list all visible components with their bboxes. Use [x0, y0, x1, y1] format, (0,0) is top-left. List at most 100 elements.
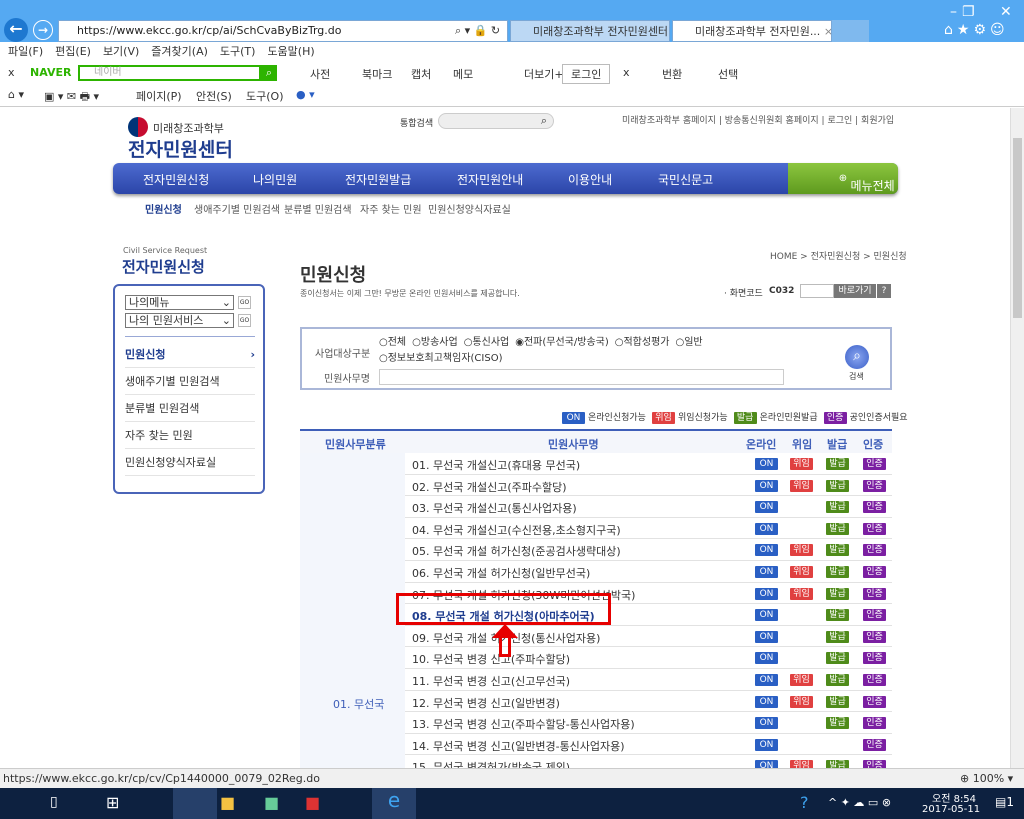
go-button-1[interactable]: GO	[238, 296, 251, 309]
nav-e-civil-request[interactable]: 전자민원신청	[143, 171, 209, 188]
taskbar-app-icon[interactable]	[173, 788, 217, 819]
msip-home-link[interactable]: 미래창조과학부 홈페이지	[622, 116, 716, 126]
table-row[interactable]: 15. 무선국 변경허가(방송국 제외) ON 위임 발급 인증	[405, 755, 892, 768]
civil-service-link[interactable]: 01. 무선국 개설신고(휴대용 무선국)	[412, 457, 580, 473]
tab-1[interactable]: 미래창조과학부 전자민원센터...	[510, 20, 670, 42]
close-icon[interactable]: x	[623, 66, 630, 79]
filter-radio[interactable]: ○정보보호최고책임자(CISO)	[379, 351, 503, 367]
table-row[interactable]: 10. 무선국 변경 신고(주파수할당) ON 발급 인증	[405, 647, 892, 669]
clock-date[interactable]: 2017-05-11	[922, 804, 980, 815]
tray-icons[interactable]: ^ ✦ ☁ ▭ ⊗	[828, 796, 891, 809]
table-row[interactable]: 11. 무선국 변경 신고(신고무선국) ON 위임 발급 인증	[405, 669, 892, 691]
login-button[interactable]: 로그인	[562, 64, 611, 84]
menu-help[interactable]: 도움말(H)	[267, 45, 314, 58]
sidebar-item-lifecycle[interactable]: 생애주기별 민원검색	[125, 368, 255, 395]
menu-edit[interactable]: 편집(E)	[55, 45, 91, 58]
kcc-home-link[interactable]: 방송통신위원회 홈페이지	[725, 116, 819, 126]
ie-icon[interactable]: e	[372, 788, 416, 819]
sidebar-item-forms[interactable]: 민원신청양식자료실	[125, 449, 255, 476]
scrollbar[interactable]	[1010, 108, 1024, 768]
search-button[interactable]: 검색	[849, 371, 864, 382]
search-lock-refresh-icon[interactable]: ⌕ ▾ 🔒 ↻	[455, 24, 500, 38]
evernote-icon[interactable]: ■	[264, 793, 279, 812]
forward-button[interactable]: →	[33, 20, 53, 40]
nav-e-civil-guide[interactable]: 전자민원안내	[457, 171, 523, 188]
filter-radio[interactable]: ○일반	[675, 335, 702, 351]
back-button[interactable]: ←	[4, 18, 28, 42]
menu-tools[interactable]: 도구(T)	[220, 45, 256, 58]
table-row[interactable]: 01. 무선국 개설신고(휴대용 무선국) ON 위임 발급 인증	[405, 453, 892, 475]
minimize-button[interactable]: –	[950, 4, 957, 20]
subnav-forms[interactable]: 민원신청양식자료실	[428, 201, 511, 216]
my-menu-select[interactable]: 나의메뉴 ⌄	[125, 295, 234, 310]
search-icon[interactable]: ⌕	[541, 114, 547, 128]
table-row[interactable]: 12. 무선국 변경 신고(일반변경) ON 위임 발급 인증	[405, 691, 892, 713]
capture-button[interactable]: 캡처	[411, 66, 431, 82]
civil-service-link[interactable]: 02. 무선국 개설신고(주파수할당)	[412, 479, 567, 495]
bookmark-button[interactable]: 북마크	[362, 66, 392, 82]
start-button[interactable]: ⊞	[106, 793, 119, 812]
translate-button[interactable]: 번환	[662, 66, 682, 82]
file-explorer-icon[interactable]: ■	[220, 793, 235, 812]
more-button[interactable]: 더보기+	[524, 66, 564, 82]
naver-search-button[interactable]: ⌕	[261, 65, 277, 81]
filter-radio[interactable]: ○통신사업	[464, 335, 510, 351]
close-button[interactable]: ✕	[1000, 4, 1012, 20]
civil-service-link[interactable]: 10. 무선국 변경 신고(주파수할당)	[412, 651, 570, 667]
close-toolbar-icon[interactable]: x	[8, 66, 15, 79]
tools-menu[interactable]: 도구(O)	[246, 88, 283, 104]
memo-button[interactable]: 메모	[453, 66, 473, 82]
address-bar[interactable]: https://www.ekcc.go.kr/cp/ai/SchCvaByBiz…	[58, 20, 508, 42]
safety-menu[interactable]: 안전(S)	[196, 88, 232, 104]
filter-radio[interactable]: ○전체	[379, 335, 406, 351]
filter-radio[interactable]: ○방송사업	[412, 335, 458, 351]
signup-link[interactable]: 회원가입	[861, 116, 894, 126]
sidebar-item-frequent[interactable]: 자주 찾는 민원	[125, 422, 255, 449]
civil-service-link[interactable]: 11. 무선국 변경 신고(신고무선국)	[412, 673, 570, 689]
notification-icon[interactable]: ▤1	[995, 795, 1014, 809]
sidebar-item-request[interactable]: 민원신청 ›	[125, 341, 255, 368]
table-row[interactable]: 02. 무선국 개설신고(주파수할당) ON 위임 발급 인증	[405, 475, 892, 497]
table-row[interactable]: 04. 무선국 개설신고(수신전용,초소형지구국) ON 발급 인증	[405, 518, 892, 540]
page-menu[interactable]: 페이지(P)	[136, 88, 182, 104]
search-icon[interactable]: ⌕	[845, 345, 869, 369]
civil-name-input[interactable]	[379, 369, 784, 385]
subnav-request[interactable]: 민원신청	[145, 201, 182, 216]
civil-service-link[interactable]: 15. 무선국 변경허가(방송국 제외)	[412, 759, 570, 768]
subnav-category[interactable]: 분류별 민원검색	[284, 201, 352, 216]
table-row[interactable]: 06. 무선국 개설 허가신청(일반무선국) ON 위임 발급 인증	[405, 561, 892, 583]
table-row[interactable]: 09. 무선국 개설 허가신청(통신사업자용) ON 발급 인증	[405, 626, 892, 648]
help-button[interactable]: ?	[877, 284, 891, 298]
civil-service-link[interactable]: 05. 무선국 개설 허가신청(준공검사생략대상)	[412, 543, 621, 559]
go-button-2[interactable]: GO	[238, 314, 251, 327]
filter-radio[interactable]: ◉전파(무선국/방송국)	[515, 335, 609, 351]
civil-service-link[interactable]: 13. 무선국 변경 신고(주파수할당-통신사업자용)	[412, 716, 635, 732]
menu-view[interactable]: 보기(V)	[103, 45, 139, 58]
civil-service-link[interactable]: 14. 무선국 변경 신고(일반변경-통신사업자용)	[412, 738, 625, 754]
dictionary-button[interactable]: 사전	[310, 66, 330, 82]
home-icon[interactable]: ⌂ ▾	[8, 88, 24, 101]
login-link[interactable]: 로그인	[827, 116, 852, 126]
subnav-frequent[interactable]: 자주 찾는 민원	[360, 201, 422, 216]
menu-file[interactable]: 파일(F)	[8, 45, 43, 58]
app-icon[interactable]: ■	[305, 793, 320, 812]
goto-button[interactable]: 바로가기	[834, 284, 876, 298]
naver-search-input[interactable]: 네이버	[78, 65, 261, 81]
new-tab-button[interactable]	[832, 20, 869, 42]
restore-button[interactable]: ❐	[962, 4, 975, 20]
subnav-lifecycle[interactable]: 생애주기별 민원검색	[194, 201, 280, 216]
select-button[interactable]: 선택	[718, 66, 738, 82]
zoom-level[interactable]: ⊕ 100% ▾	[960, 769, 1013, 789]
task-view-icon[interactable]: ▯	[50, 794, 58, 810]
home-favorites-settings-icons[interactable]: ⌂★⚙☺	[944, 22, 1009, 38]
all-menu-button[interactable]: ⊕ 메뉴전체보기	[788, 163, 898, 224]
integrated-search-input[interactable]: ⌕	[438, 113, 554, 129]
civil-service-link[interactable]: 03. 무선국 개설신고(통신사업자용)	[412, 500, 577, 516]
close-tab-icon[interactable]: ×	[824, 25, 831, 38]
site-logo[interactable]: 전자민원센터	[128, 135, 233, 162]
table-row[interactable]: 14. 무선국 변경 신고(일반변경-통신사업자용) ON 인증	[405, 734, 892, 756]
nav-usage-guide[interactable]: 이용안내	[568, 171, 612, 188]
civil-service-link[interactable]: 04. 무선국 개설신고(수신전용,초소형지구국)	[412, 522, 621, 538]
filter-radio[interactable]: ○적합성평가	[615, 335, 670, 351]
screen-code-input[interactable]	[800, 284, 834, 298]
